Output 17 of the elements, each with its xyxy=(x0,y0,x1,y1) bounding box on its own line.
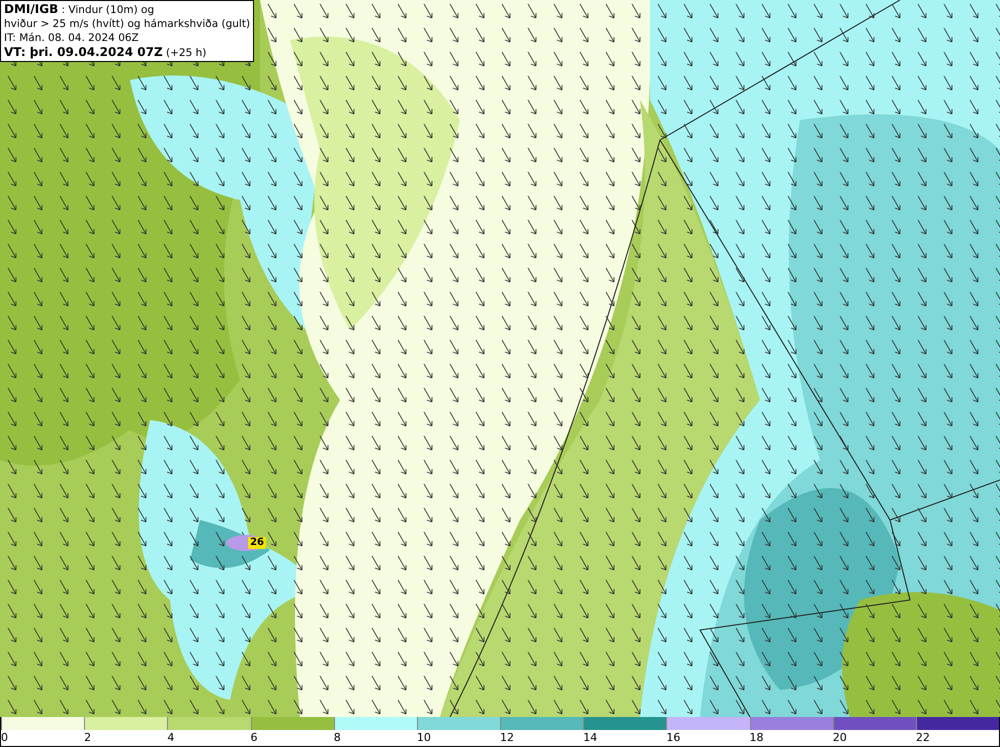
legend-tick-label: 10 xyxy=(416,731,431,744)
legend-tick-label: 18 xyxy=(750,731,764,744)
legend-tick-label: 0 xyxy=(1,731,8,744)
legend-tick-label: 6 xyxy=(250,731,258,744)
legend-tick-label: 22 xyxy=(916,731,930,744)
legend-tick-label: 14 xyxy=(583,731,598,744)
gust-value: 26 xyxy=(248,537,266,549)
legend-tick-label: 4 xyxy=(167,731,174,744)
legend-tick-label: 8 xyxy=(334,731,341,744)
legend-tick-label: 16 xyxy=(666,731,680,744)
issue-time: IT: Mán. 08. 04. 2024 06Z xyxy=(4,31,140,45)
caption-title: DMI/IGB : Vindur (10m) og xyxy=(4,2,156,17)
legend-tick-label: 20 xyxy=(832,731,847,744)
legend-tick-label: 2 xyxy=(84,731,92,744)
legend-tick-label: 12 xyxy=(500,731,514,744)
caption-subtitle: hviður > 25 m/s (hvítt) og hámarkshviða (gult) xyxy=(4,17,250,31)
valid-time: VT: þri. 09.04.2024 07Z (+25 h) xyxy=(4,45,208,60)
